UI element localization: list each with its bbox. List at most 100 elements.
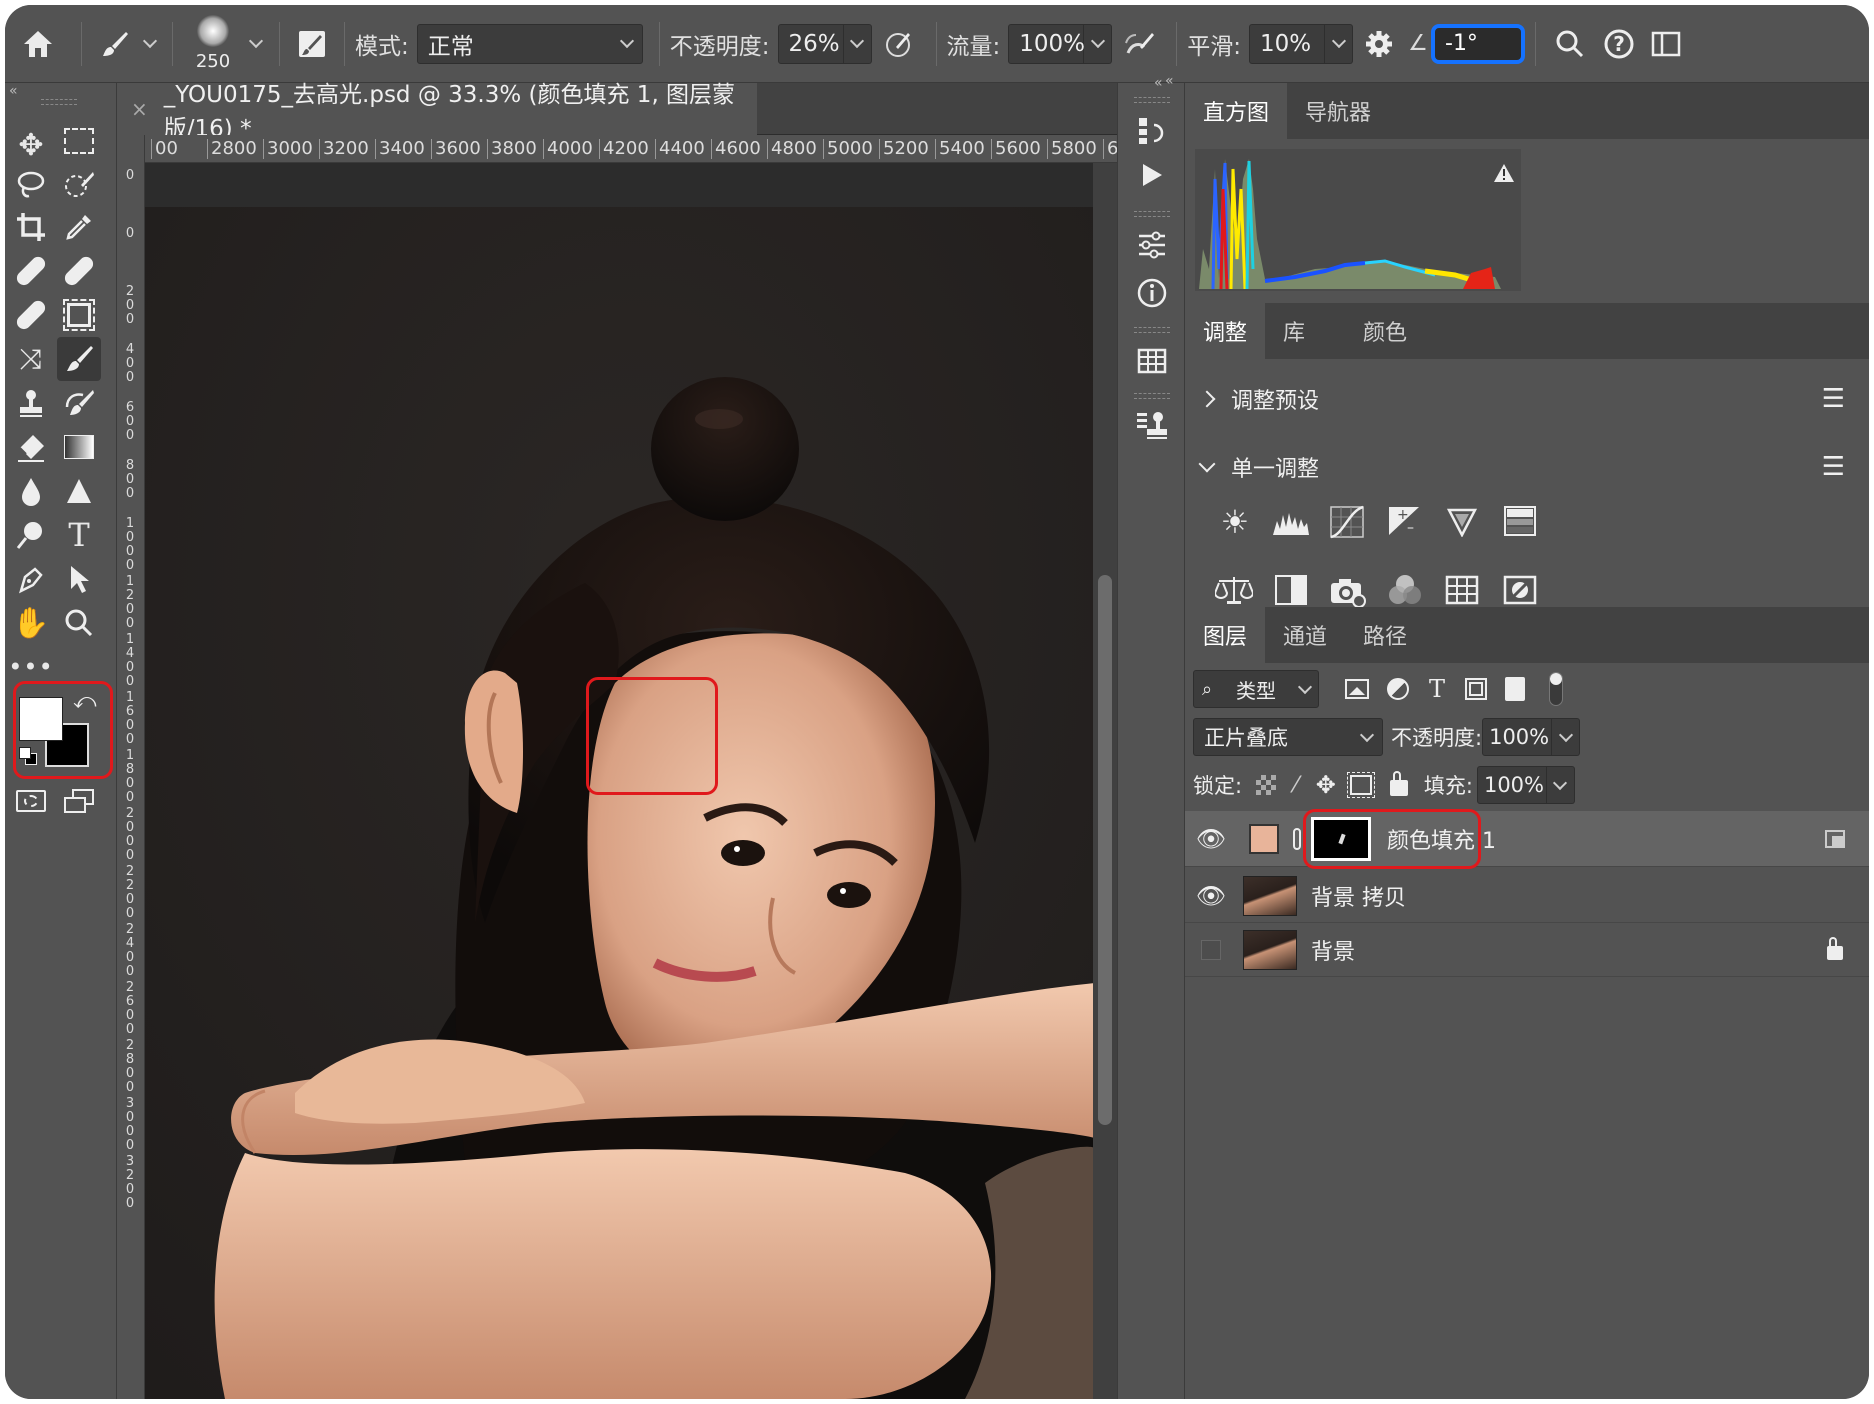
layer-blend-mode-select[interactable]: 正片叠底	[1193, 718, 1383, 756]
ruler-left[interactable]: 0 0 200 400 600 800 1000 1200 1400 1600 1800 2000 22…	[117, 135, 145, 1399]
lasso-tool[interactable]	[9, 163, 53, 207]
quick-selection-tool[interactable]	[57, 163, 101, 207]
artboard-tool[interactable]	[57, 293, 101, 337]
fill-dropdown[interactable]	[1546, 766, 1575, 804]
chain-link-icon[interactable]	[1293, 827, 1301, 850]
search-button[interactable]	[1546, 29, 1594, 59]
zoom-tool[interactable]	[57, 601, 101, 645]
visibility-eye-icon[interactable]: 👁	[1185, 882, 1237, 910]
actions-panel-button[interactable]	[1132, 155, 1172, 195]
black-white-icon[interactable]	[1275, 575, 1307, 605]
layer-filter-select[interactable]: ⌕ 类型	[1193, 670, 1319, 708]
screen-mode-button[interactable]	[57, 779, 101, 823]
filter-toggle[interactable]	[1549, 672, 1564, 706]
airbrush-toggle[interactable]	[1112, 29, 1166, 59]
clone-stamp-tool[interactable]	[9, 381, 53, 425]
swatches-panel-button[interactable]	[1132, 341, 1172, 381]
content-aware-move-tool[interactable]: ⤨	[9, 337, 53, 381]
layer-opacity-dropdown[interactable]	[1552, 718, 1581, 756]
fill-input[interactable]: 100%	[1476, 766, 1547, 804]
foreground-color-swatch[interactable]	[19, 697, 63, 741]
exposure-icon[interactable]: + –	[1387, 505, 1421, 541]
invert-icon[interactable]	[1503, 575, 1537, 609]
collapse-panels-button[interactable]: «	[1154, 75, 1163, 91]
brush-size-picker[interactable]: 250	[183, 9, 243, 79]
crop-tool[interactable]	[9, 205, 53, 249]
tab-paths[interactable]: 路径	[1345, 607, 1425, 663]
layer-row-background[interactable]: 背景	[1185, 923, 1869, 977]
photo-filter-icon[interactable]	[1329, 575, 1367, 611]
vibrance-icon[interactable]	[1446, 507, 1478, 541]
brush-settings-panel-toggle[interactable]	[290, 28, 334, 60]
lock-position-icon[interactable]: ✥	[1316, 771, 1336, 799]
dodge-tool[interactable]	[9, 513, 53, 557]
brush-size-dropdown[interactable]	[243, 33, 269, 49]
opacity-dropdown[interactable]	[843, 23, 872, 64]
color-lookup-icon[interactable]	[1445, 575, 1479, 609]
collapse-toolbar-button[interactable]: «	[9, 83, 18, 99]
sharpen-tool[interactable]	[57, 469, 101, 513]
history-panel-button[interactable]	[1132, 111, 1172, 151]
filter-shape-icon[interactable]	[1465, 678, 1488, 700]
document-tab[interactable]: × _YOU0175_去高光.psd @ 33.3% (颜色填充 1, 图层蒙版…	[117, 82, 757, 142]
hue-saturation-icon[interactable]	[1503, 505, 1537, 541]
lock-icon[interactable]	[1827, 936, 1843, 960]
channel-mixer-icon[interactable]	[1387, 573, 1423, 611]
close-tab-icon[interactable]: ×	[131, 97, 148, 121]
layer-row-background-copy[interactable]: 👁 背景 拷贝	[1185, 869, 1869, 923]
filter-type-icon[interactable]: T	[1429, 675, 1445, 703]
color-balance-icon[interactable]	[1213, 575, 1255, 609]
pressure-opacity-toggle[interactable]	[872, 29, 926, 59]
flow-input[interactable]: 100%	[1008, 23, 1085, 64]
filter-smart-object-icon[interactable]	[1505, 677, 1526, 701]
help-button[interactable]: ?	[1594, 27, 1646, 61]
workspace-button[interactable]	[1646, 30, 1686, 58]
spot-healing-tool[interactable]	[9, 249, 53, 293]
type-tool[interactable]: T	[57, 513, 101, 557]
pen-tool[interactable]	[9, 557, 53, 601]
tab-libraries[interactable]: 库	[1265, 303, 1345, 359]
lock-artboard-icon[interactable]	[1346, 772, 1375, 798]
info-panel-button[interactable]	[1132, 273, 1172, 313]
smoothing-dropdown[interactable]	[1325, 23, 1353, 64]
history-brush-tool[interactable]	[57, 381, 101, 425]
hand-tool[interactable]: ✋	[9, 601, 53, 645]
tab-layers[interactable]: 图层	[1185, 607, 1266, 663]
right-panel-collapse[interactable]: «	[1165, 73, 1174, 89]
tab-adjustments[interactable]: 调整	[1185, 303, 1266, 359]
lock-image-pixels-icon[interactable]: ⁄	[1294, 773, 1298, 798]
brush-tool[interactable]	[57, 337, 101, 381]
healing-brush-tool[interactable]	[57, 249, 101, 293]
vertical-scrollbar[interactable]	[1093, 163, 1117, 1399]
brush-preset-dropdown[interactable]	[138, 33, 162, 49]
lock-all-icon[interactable]	[1389, 771, 1408, 796]
single-adjustments-row[interactable]: 单一调整 ☰	[1198, 447, 1861, 487]
brightness-icon[interactable]: ☀	[1215, 503, 1255, 543]
blur-tool[interactable]	[9, 469, 53, 513]
smoothing-settings-button[interactable]	[1353, 29, 1405, 59]
brush-angle-input[interactable]: -1°	[1431, 23, 1525, 64]
eyedropper-tool[interactable]	[57, 205, 101, 249]
brush-tool-preset-button[interactable]	[92, 28, 138, 60]
scrollbar-thumb[interactable]	[1098, 575, 1112, 1125]
image-canvas[interactable]	[145, 163, 1117, 1399]
layer-row-color-fill[interactable]: 👁 颜色填充 1	[1185, 809, 1869, 869]
filter-pixel-icon[interactable]	[1345, 679, 1369, 699]
gradient-tool[interactable]	[57, 425, 101, 469]
clone-source-panel-button[interactable]	[1132, 405, 1172, 445]
layer-opacity-input[interactable]: 100%	[1482, 718, 1553, 756]
properties-panel-button[interactable]	[1132, 225, 1172, 265]
adjustment-presets-row[interactable]: 调整预设 ☰	[1198, 379, 1861, 419]
marquee-tool[interactable]	[57, 119, 101, 163]
ruler-top[interactable]: 00 2800 3000 3200 3400 3600 3800 4000 4200 4400 46…	[145, 135, 1118, 163]
patch-tool[interactable]	[9, 293, 53, 337]
visibility-toggle-empty[interactable]	[1201, 939, 1221, 960]
path-selection-tool[interactable]	[57, 557, 101, 601]
flow-dropdown[interactable]	[1084, 23, 1113, 64]
levels-icon[interactable]	[1271, 507, 1311, 541]
smoothing-input[interactable]: 10%	[1249, 23, 1325, 64]
curves-icon[interactable]	[1329, 505, 1365, 543]
filter-adjustment-icon[interactable]	[1387, 678, 1409, 700]
move-tool[interactable]: ✥	[9, 123, 53, 167]
list-menu-icon[interactable]: ☰	[1822, 384, 1845, 414]
